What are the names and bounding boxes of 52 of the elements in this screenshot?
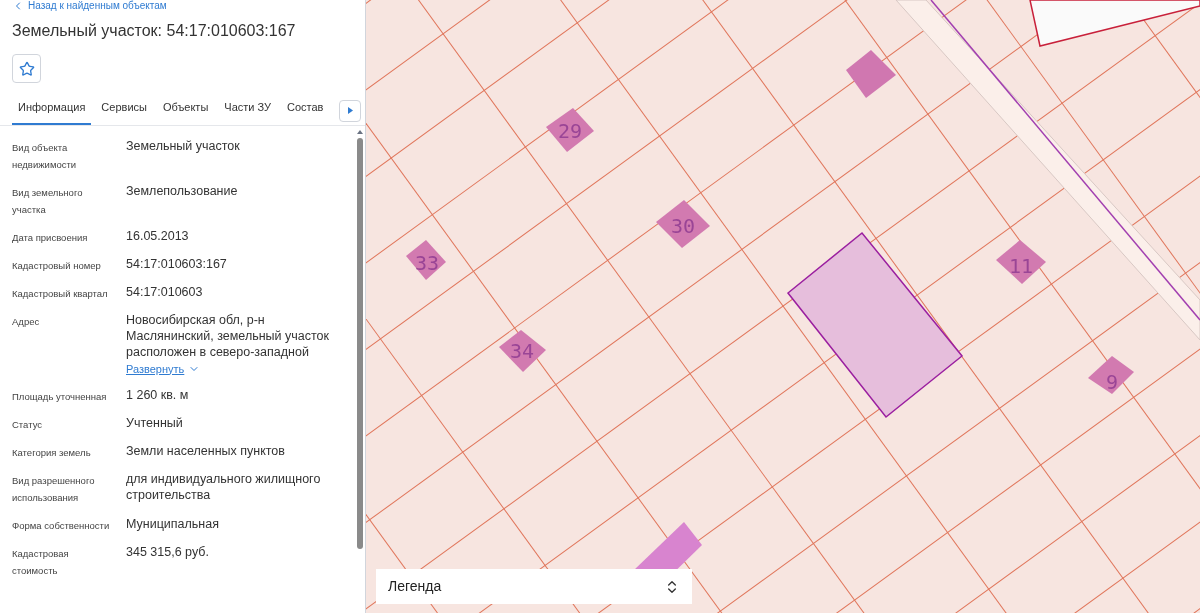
property-label: Адрес [12, 314, 41, 329]
building-shape [1088, 356, 1134, 394]
building-shape [996, 240, 1046, 284]
legend-label: Легенда [388, 577, 442, 596]
tab[interactable]: Информация [12, 95, 92, 125]
cadastral-map[interactable]: 29 30 33 34 11 9 Легенда [366, 0, 1200, 613]
property-label: Кадастровый квартал [12, 286, 109, 301]
next-tab-button[interactable] [339, 99, 361, 122]
selected-parcel[interactable] [786, 231, 964, 419]
building-shape [846, 50, 896, 98]
house-number: 29 [557, 119, 583, 143]
property-value: Земельный участок [126, 137, 241, 154]
property-label: Форма собственности [12, 519, 111, 533]
house-number: 11 [1008, 254, 1034, 278]
tab[interactable]: Сервисы [95, 95, 153, 125]
house-number: 33 [414, 251, 440, 275]
property-label: Кадастровый номер [12, 258, 102, 273]
tab[interactable]: Части ЗУ [218, 95, 277, 125]
back-link[interactable]: Назад к найденным объектам [28, 1, 167, 11]
star-icon [18, 60, 35, 77]
house-number: 34 [509, 339, 535, 363]
property-label: Вид земельного участка [12, 185, 84, 217]
property-label: Вид разрешенного использования [12, 474, 96, 505]
property-value: Земли населенных пунктов [126, 443, 286, 459]
property-label: Статус [12, 418, 44, 432]
property-value: 16.05.2013 [126, 227, 190, 244]
property-label: Площадь уточненная [12, 390, 108, 404]
tab[interactable]: Объекты [156, 95, 215, 125]
building-shape [546, 108, 594, 152]
caret-right-icon [347, 107, 353, 114]
house-number: 9 [1106, 370, 1118, 394]
property-value: Землепользование [126, 182, 239, 199]
property-value: Муниципальная [126, 516, 220, 532]
property-value: 345 315,6 руб. [126, 544, 210, 560]
property-value: 54:17:010603 [126, 283, 204, 300]
building-shape [656, 200, 710, 248]
property-value: 1 260 кв. м [126, 387, 190, 403]
expand-link[interactable]: Развернуть [126, 360, 185, 377]
property-label: Вид объекта недвижимости [12, 140, 78, 172]
property-value: 54:17:010603:167 [126, 255, 228, 272]
page-title: Земельный участок: 54:17:010603:167 [11, 21, 297, 41]
property-label: Кадастровая стоимость [12, 547, 70, 578]
building-shape [406, 240, 446, 280]
property-label: Дата присвоения [12, 230, 89, 245]
building-shape [499, 330, 546, 372]
property-value: Новосибирская обл, р-н Маслянинский, земельный участок расположен в северо-западной [126, 311, 331, 360]
property-value: для индивидуального жилищного строительства [126, 471, 322, 503]
tab[interactable]: Состав [281, 95, 330, 125]
property-label: Категория земель [12, 446, 92, 460]
favorite-button[interactable] [12, 54, 41, 83]
property-value: Учтенный [126, 415, 184, 431]
house-number: 30 [670, 214, 696, 238]
